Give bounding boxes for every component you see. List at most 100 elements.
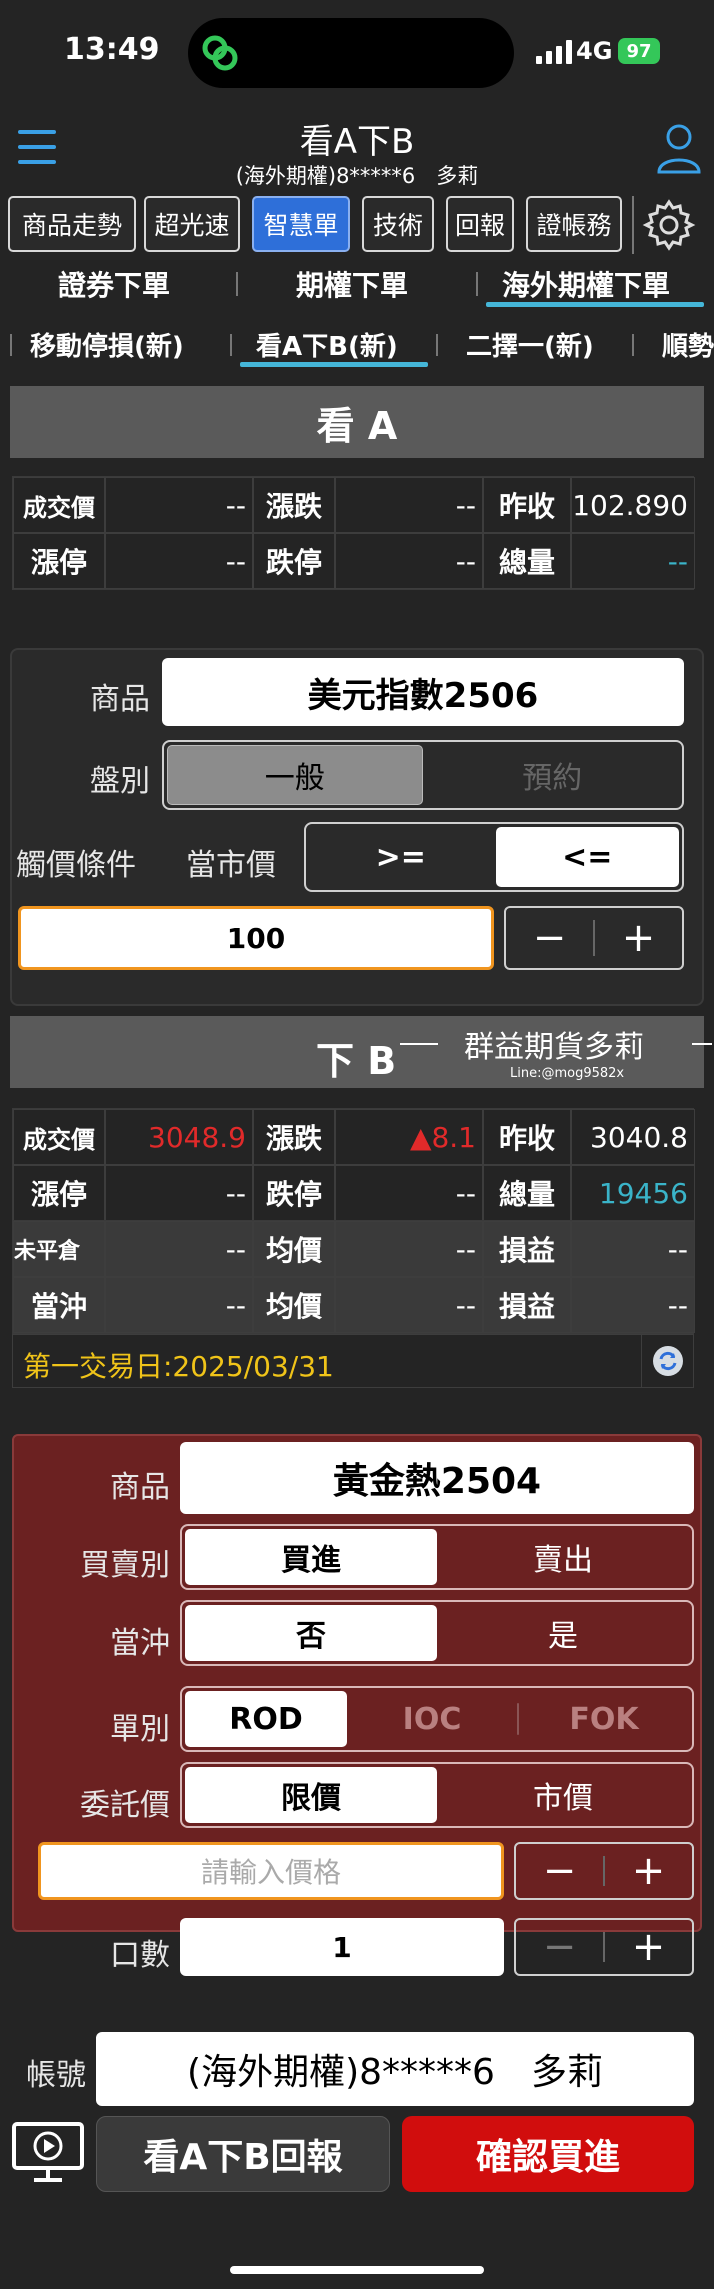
- quote-label: 總量: [483, 1165, 571, 1221]
- position-avg2: --: [335, 1277, 483, 1333]
- quote-limit-down: --: [335, 1165, 483, 1221]
- monitor-play-icon[interactable]: [10, 2120, 86, 2186]
- product-label: 商品: [110, 1470, 170, 1505]
- toolbar-report[interactable]: 回報: [446, 196, 514, 252]
- daytrade-no[interactable]: 否: [185, 1605, 437, 1661]
- session-selector: 一般 預約: [162, 740, 684, 810]
- order-type-label: 單別: [110, 1712, 170, 1747]
- first-trade-day: 第一交易日:2025/03/31: [23, 1350, 334, 1383]
- trigger-stepper: − +: [504, 906, 684, 970]
- tab-trend[interactable]: 順勢: [662, 326, 714, 363]
- quote-last: 3048.9: [105, 1109, 253, 1165]
- account-label: 帳號: [26, 2058, 86, 2093]
- order-type-rod[interactable]: ROD: [185, 1691, 347, 1747]
- quantity-input[interactable]: 1: [180, 1918, 504, 1976]
- trigger-lte[interactable]: <=: [495, 827, 679, 887]
- watermark-text: 群益期貨多莉: [464, 1030, 644, 1065]
- quote-label: 總量: [483, 533, 571, 589]
- quote-label: 昨收: [483, 477, 571, 533]
- account-field[interactable]: (海外期權)8*****6 多莉: [96, 2032, 694, 2106]
- order-price-input[interactable]: 請輸入價格: [38, 1842, 504, 1900]
- position-label: 損益: [483, 1221, 571, 1277]
- plus-button[interactable]: +: [605, 1844, 692, 1898]
- toolbar-smart-order[interactable]: 智慧單: [252, 196, 350, 252]
- gear-icon[interactable]: [640, 196, 698, 254]
- tab-securities-order[interactable]: 證券下單: [58, 264, 170, 304]
- tab-look-a-order-b[interactable]: 看A下B(新): [256, 326, 398, 363]
- home-indicator: [230, 2266, 484, 2274]
- minus-button[interactable]: −: [506, 908, 593, 968]
- session-normal[interactable]: 一般: [167, 745, 423, 805]
- order-type-fok[interactable]: FOK: [519, 1691, 689, 1747]
- position-daytrade: --: [105, 1277, 253, 1333]
- quote-label: 跌停: [253, 533, 335, 589]
- section-a-header: 看 A: [10, 386, 704, 458]
- quote-limit-down: --: [335, 533, 483, 589]
- quote-label: 漲停: [13, 1165, 105, 1221]
- minus-button[interactable]: −: [516, 1920, 603, 1974]
- price-type-label: 委託價: [80, 1788, 170, 1823]
- dynamic-island: [188, 18, 514, 88]
- position-pnl: --: [571, 1221, 695, 1277]
- order-type-ioc[interactable]: IOC: [347, 1691, 517, 1747]
- toolbar-product-trend[interactable]: 商品走勢: [8, 196, 136, 252]
- refresh-icon: [652, 1346, 683, 1376]
- side-sell[interactable]: 賣出: [437, 1529, 689, 1585]
- quote-label: 漲跌: [253, 477, 335, 533]
- trigger-price-input[interactable]: 100: [18, 906, 494, 970]
- session-label: 盤別: [90, 764, 150, 799]
- toolbar-technical[interactable]: 技術: [362, 196, 434, 252]
- tab-either-or[interactable]: 二擇一(新): [466, 326, 594, 363]
- quote-prev-close: 102.890: [571, 477, 695, 533]
- position-label: 未平倉: [13, 1221, 105, 1277]
- order-type-selector: ROD IOC FOK: [180, 1686, 694, 1752]
- daytrade-yes[interactable]: 是: [437, 1605, 689, 1661]
- plus-button[interactable]: +: [605, 1920, 692, 1974]
- trigger-selector: >= <=: [304, 822, 684, 892]
- plus-button[interactable]: +: [595, 908, 682, 968]
- quote-label: 漲跌: [253, 1109, 335, 1165]
- watermark-line-id: Line:@mog9582x: [510, 1066, 625, 1081]
- signal-icon: [536, 40, 572, 64]
- trigger-label: 觸價條件: [16, 848, 136, 883]
- tab-underline: [240, 362, 428, 367]
- position-label: 損益: [483, 1277, 571, 1333]
- quote-change: ▲8.1: [335, 1109, 483, 1165]
- quote-change: --: [335, 477, 483, 533]
- user-icon[interactable]: [656, 122, 702, 174]
- quote-limit-up: --: [105, 1165, 253, 1221]
- tab-overseas-order[interactable]: 海外期權下單: [502, 264, 670, 304]
- price-market[interactable]: 市價: [437, 1767, 689, 1823]
- side-buy[interactable]: 買進: [185, 1529, 437, 1585]
- minus-button[interactable]: −: [516, 1844, 603, 1898]
- quote-label: 跌停: [253, 1165, 335, 1221]
- side-selector: 買進 賣出: [180, 1524, 694, 1590]
- report-button[interactable]: 看A下B回報: [96, 2116, 390, 2192]
- account-subtitle: (海外期權)8*****6 多莉: [235, 164, 479, 188]
- refresh-button[interactable]: [641, 1335, 693, 1387]
- toolbar-account[interactable]: 證帳務: [526, 196, 622, 252]
- product-a-field[interactable]: 美元指數2506: [162, 658, 684, 726]
- position-pnl2: --: [571, 1277, 695, 1333]
- position-label: 當沖: [13, 1277, 105, 1333]
- product-b-field[interactable]: 黃金熱2504: [180, 1442, 694, 1514]
- trigger-reference: 當市價: [186, 848, 276, 883]
- trigger-gte[interactable]: >=: [309, 827, 493, 887]
- quote-label: 昨收: [483, 1109, 571, 1165]
- link-app-icon: [202, 35, 238, 71]
- confirm-buy-button[interactable]: 確認買進: [402, 2116, 694, 2192]
- session-reserve[interactable]: 預約: [426, 745, 680, 805]
- quote-label: 漲停: [13, 533, 105, 589]
- tab-underline: [486, 302, 704, 307]
- status-time: 13:49: [64, 32, 160, 67]
- tab-trailing-stop[interactable]: 移動停損(新): [30, 326, 184, 363]
- position-avg: --: [335, 1221, 483, 1277]
- daytrade-label: 當沖: [110, 1626, 170, 1661]
- price-limit[interactable]: 限價: [185, 1767, 437, 1823]
- daytrade-selector: 否 是: [180, 1600, 694, 1666]
- quantity-label: 口數: [110, 1938, 170, 1973]
- quote-prev-close: 3040.8: [571, 1109, 695, 1165]
- toolbar-superfast[interactable]: 超光速: [144, 196, 240, 252]
- tab-futures-order[interactable]: 期權下單: [296, 264, 408, 304]
- quote-last: --: [105, 477, 253, 533]
